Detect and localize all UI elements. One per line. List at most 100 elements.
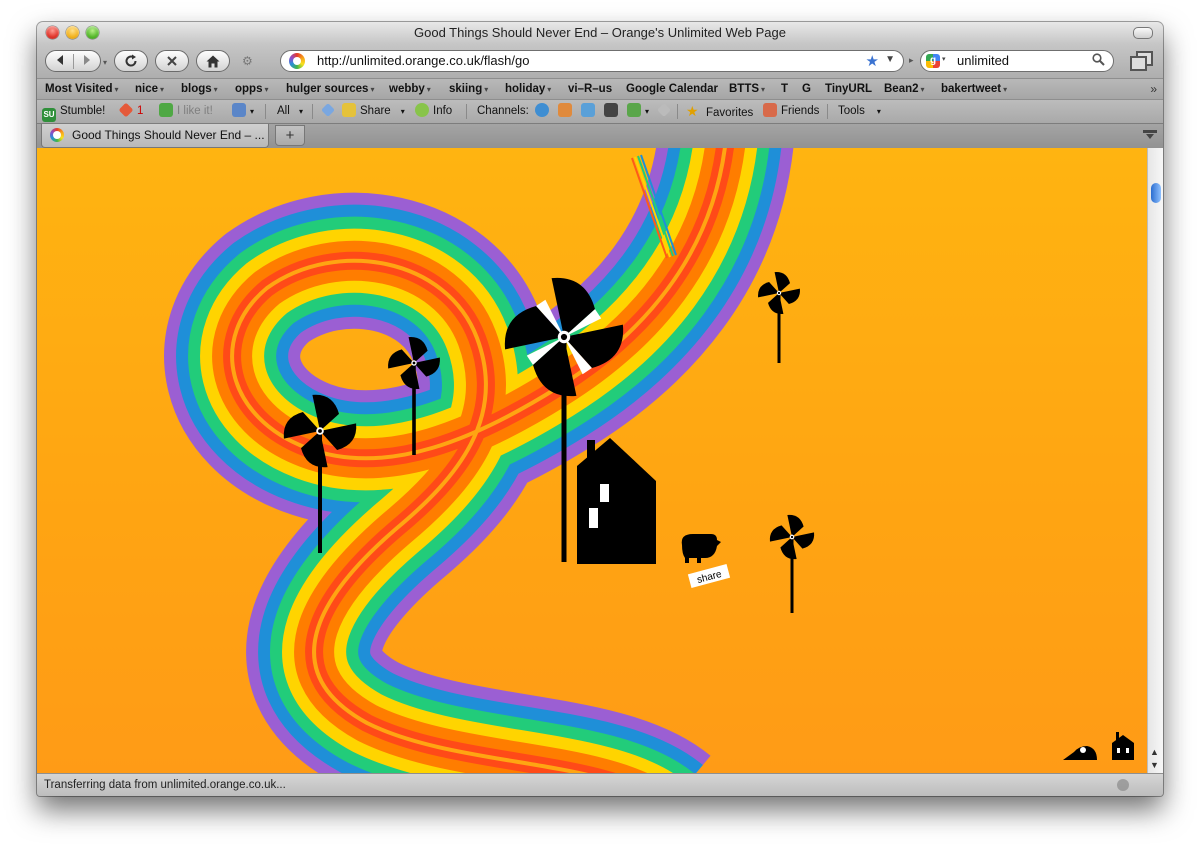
bookmarks-overflow-chevron-icon[interactable]: »	[1150, 79, 1157, 99]
activity-icon: ⚙	[242, 54, 253, 68]
friends-label: Friends	[781, 105, 820, 117]
mini-house-logo[interactable]	[1112, 732, 1134, 760]
thumbs-up-icon	[159, 103, 173, 117]
info-icon	[415, 103, 429, 117]
all-label: All	[277, 105, 290, 117]
bookmark-opps[interactable]: opps ▾	[235, 79, 269, 100]
title-bar: Good Things Should Never End – Orange's …	[37, 22, 1163, 44]
new-tab-button[interactable]: +	[275, 125, 305, 146]
scroll-down-arrow-icon[interactable]: ▼	[1150, 760, 1159, 770]
back-button[interactable]	[47, 54, 73, 69]
channel-news-button[interactable]: ▾	[627, 100, 649, 123]
toolbar-toggle-button[interactable]	[1133, 27, 1153, 39]
scroll-up-arrow-icon[interactable]: ▲	[1150, 747, 1159, 757]
toolbar-separator	[677, 104, 678, 119]
reload-icon	[125, 54, 137, 67]
bookmark-t[interactable]: T	[781, 79, 788, 99]
google-search-engine-icon[interactable]: g	[926, 54, 940, 68]
thumbs-down-icon	[232, 103, 246, 117]
status-bar: Transferring data from unlimited.orange.…	[37, 773, 1163, 796]
browser-window: Good Things Should Never End – Orange's …	[37, 22, 1163, 796]
stumbleupon-toolbar: SU Stumble! 1 I like it! ▾ All ▾ Share ▾ I…	[37, 99, 1163, 123]
tab-orange-unlimited[interactable]: Good Things Should Never End – ...	[41, 124, 269, 148]
list-all-tabs-icon[interactable]	[1143, 129, 1157, 143]
pinwheel-right[interactable]	[769, 514, 815, 613]
search-engine-separator: ▸	[909, 55, 914, 65]
info-label: Info	[433, 105, 453, 117]
stumbleupon-logo-icon: SU	[42, 108, 56, 122]
bookmark-bean2[interactable]: Bean2 ▾	[884, 79, 925, 100]
mini-creature-logo[interactable]	[1063, 746, 1097, 760]
favorites-button[interactable]: ★ Favorites	[686, 100, 753, 125]
favorites-label: Favorites	[706, 107, 754, 119]
bookmark-g[interactable]: G	[802, 79, 811, 99]
bookmark-tinyurl[interactable]: TinyURL	[825, 79, 872, 99]
share-icon	[342, 103, 356, 117]
stop-button[interactable]	[155, 50, 189, 72]
bookmark-hulger-sources[interactable]: hulger sources ▾	[286, 79, 374, 100]
toolbar-separator	[265, 104, 266, 119]
bookmark-nice[interactable]: nice ▾	[135, 79, 164, 100]
toolbar-separator	[312, 104, 313, 119]
info-button[interactable]: Info	[415, 100, 452, 123]
engine-dropdown-icon[interactable]: ▾	[942, 55, 946, 63]
channel-web-button[interactable]	[535, 100, 553, 123]
url-dropdown-icon[interactable]: ▼	[885, 54, 895, 65]
navigation-toolbar: ▾ ⚙ http://unlimited.orange.co.uk/flash/…	[37, 44, 1163, 78]
web-content[interactable]: share ▲ ▼	[37, 148, 1163, 773]
bookmark-blogs[interactable]: blogs ▾	[181, 79, 218, 100]
bookmark-star-icon[interactable]: ★	[866, 52, 879, 70]
house-illustration[interactable]	[577, 438, 656, 564]
window-title: Good Things Should Never End – Orange's …	[414, 25, 786, 40]
search-input[interactable]: unlimited	[957, 51, 1009, 71]
tab-favicon-icon	[50, 128, 64, 142]
reload-button[interactable]	[114, 50, 148, 72]
search-bar[interactable]: g ▾ unlimited	[920, 50, 1114, 72]
flash-scene[interactable]: share	[37, 148, 1147, 773]
search-icon[interactable]	[1092, 53, 1105, 69]
toolbar-separator	[466, 104, 467, 119]
ratings-button[interactable]: 1	[118, 100, 143, 123]
i-like-it-button[interactable]: I like it!	[159, 100, 213, 123]
url-bar[interactable]: http://unlimited.orange.co.uk/flash/go ★…	[280, 50, 904, 72]
channel-tag-button[interactable]	[657, 100, 675, 123]
tag-button[interactable]	[321, 100, 339, 123]
bookmark-vi-r-us[interactable]: vi–R–us	[568, 79, 612, 99]
bookmark-bakertweet[interactable]: bakertweet ▾	[941, 79, 1007, 100]
stumble-button[interactable]: SU Stumble!	[42, 100, 105, 123]
channels-label: Channels:	[477, 105, 529, 117]
bookmark-btts[interactable]: BTTS ▾	[729, 79, 765, 100]
pinwheel-top-right[interactable]	[758, 272, 800, 363]
pig-share-character[interactable]: share	[681, 534, 731, 588]
forward-arrow-icon	[83, 54, 90, 65]
history-dropdown-icon[interactable]: ▾	[103, 58, 107, 67]
scrollbar-thumb[interactable]	[1151, 183, 1161, 203]
tag-icon	[321, 103, 335, 117]
home-button[interactable]	[196, 50, 230, 72]
news-icon	[627, 103, 641, 117]
url-input[interactable]: http://unlimited.orange.co.uk/flash/go	[317, 51, 529, 71]
thumbs-down-button[interactable]: ▾	[232, 100, 254, 123]
windows-overview-button[interactable]	[1129, 51, 1153, 71]
all-filter-button[interactable]: All ▾	[277, 100, 303, 123]
site-identity-icon[interactable]	[289, 53, 305, 69]
like-label: I like it!	[177, 105, 213, 117]
bookmark-google-calendar[interactable]: Google Calendar	[626, 79, 718, 99]
vertical-scrollbar[interactable]: ▲ ▼	[1147, 148, 1163, 773]
forward-button[interactable]	[72, 53, 100, 69]
tools-button[interactable]: Tools ▾	[838, 100, 881, 123]
channel-photos-button[interactable]	[581, 100, 599, 123]
channel-people-button[interactable]	[558, 100, 576, 123]
back-arrow-icon	[56, 54, 63, 65]
friends-button[interactable]: Friends	[763, 100, 819, 123]
bookmark-skiing[interactable]: skiing ▾	[449, 79, 488, 100]
tv-icon	[604, 103, 618, 117]
home-icon	[206, 55, 220, 67]
bookmark-webby[interactable]: webby ▾	[389, 79, 431, 100]
channel-video-button[interactable]	[604, 100, 622, 123]
bookmark-most-visited[interactable]: Most Visited ▾	[45, 79, 119, 100]
globe-icon	[535, 103, 549, 117]
share-button[interactable]: Share ▾	[342, 100, 405, 123]
bookmark-holiday[interactable]: holiday ▾	[505, 79, 551, 100]
back-forward-button-group	[45, 50, 101, 72]
